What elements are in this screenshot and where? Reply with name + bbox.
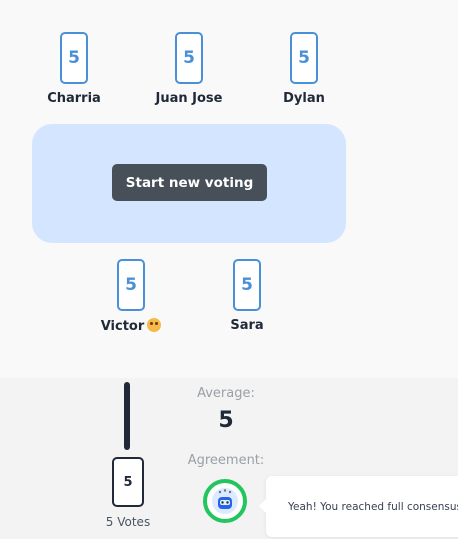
player-name: Juan Jose: [155, 91, 223, 106]
player-sara: 5 Sara: [197, 259, 297, 333]
player-victor: 5 Victor: [81, 259, 181, 334]
vote-card: 5: [60, 32, 88, 84]
average-value: 5: [218, 408, 234, 433]
average-label: Average:: [197, 386, 255, 401]
voting-table: Start new voting: [32, 124, 346, 243]
player-juan-jose: 5 Juan Jose: [139, 32, 239, 106]
player-charria: 5 Charria: [24, 32, 124, 106]
player-name: Sara: [230, 318, 264, 333]
vote-card: 5: [233, 259, 261, 311]
result-card: 5: [112, 457, 144, 507]
player-dylan: 5 Dylan: [254, 32, 354, 106]
player-name-row: Victor: [81, 318, 181, 334]
vote-card: 5: [175, 32, 203, 84]
vote-card: 5: [290, 32, 318, 84]
votes-count: 5 Votes: [105, 515, 151, 529]
agreement-indicator: [203, 479, 247, 523]
vote-distribution-bar: [124, 382, 130, 450]
consensus-message: Yeah! You reached full consensus.: [259, 476, 458, 537]
start-new-voting-button[interactable]: Start new voting: [112, 164, 267, 201]
player-name: Dylan: [283, 91, 325, 106]
robot-icon: [212, 488, 238, 514]
player-name: Victor: [100, 319, 145, 334]
consensus-text: Yeah! You reached full consensus.: [288, 500, 458, 513]
player-name: Charria: [47, 91, 101, 106]
smiling-face-icon: [147, 318, 162, 332]
agreement-label: Agreement:: [187, 453, 265, 468]
results-panel: 5 5 Votes Average: 5 Agreement: Yeah! Yo…: [0, 378, 458, 539]
vote-card: 5: [117, 259, 145, 311]
